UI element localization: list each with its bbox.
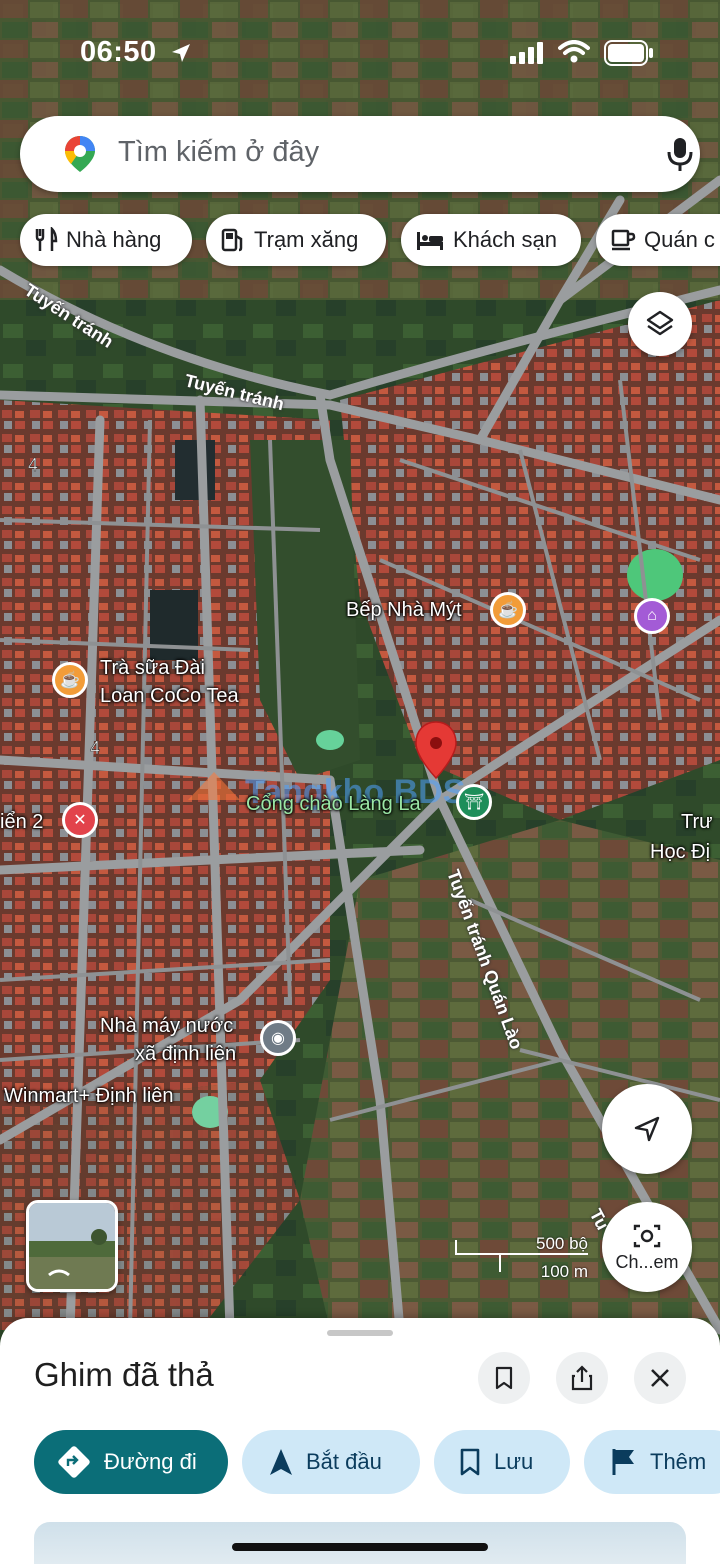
poi-label[interactable]: iển 2 [0,808,43,836]
poi-label[interactable]: Trư [681,808,713,836]
shopping-bag-poi-icon[interactable]: ⌂ [634,598,670,634]
chip-restaurants[interactable]: Nhà hàng [20,214,192,266]
layers-icon [646,310,674,336]
category-chips: Nhà hàng Trạm xăng Khách sạn Quán c [20,214,720,266]
close-icon [651,1369,669,1387]
search-bar[interactable]: Tìm kiếm ở đây [20,116,700,192]
sheet-drag-handle[interactable] [327,1330,393,1336]
street-view-image [29,1203,115,1289]
more-button[interactable]: Thêm [584,1430,720,1494]
chip-hotels[interactable]: Khách sạn [401,214,581,266]
layers-button[interactable] [628,292,692,356]
wifi-icon [558,40,590,63]
poi-label[interactable]: Winmart+ Định liên [4,1082,174,1110]
status-bar: 06:50 [0,0,720,100]
more-label: Thêm [650,1449,707,1474]
navigation-arrow-icon [634,1116,660,1142]
place-bottom-sheet[interactable]: Ghim đã thả Đường đi Bắt đầu Lưu Thêm [0,1318,720,1564]
water-plant-poi-icon[interactable]: ◉ [260,1020,296,1056]
save-bookmark-button[interactable] [478,1352,530,1404]
sheet-title: Ghim đã thả [34,1356,214,1393]
cellular-signal-icon [510,42,543,64]
navigation-arrow-icon [270,1449,292,1475]
gas-pump-icon [221,228,243,252]
chip-gas-stations[interactable]: Trạm xăng [206,214,386,266]
close-button[interactable] [634,1352,686,1404]
camera-search-icon [633,1224,661,1247]
poi-label[interactable]: Trà sữa Đài [100,654,205,682]
poi-label[interactable]: Loan CoCo Tea [100,682,239,710]
save-button[interactable]: Lưu [434,1430,570,1494]
poi-label[interactable]: Học Đị [650,838,710,866]
poi-label[interactable]: Bếp Nhà Mýt [346,596,462,624]
map-scale: 500 bộ 100 m [454,1232,594,1282]
chip-label: Trạm xăng [254,227,359,252]
bookmark-icon [460,1448,480,1476]
road-number-label: 4 [28,455,38,475]
share-button[interactable] [556,1352,608,1404]
coffee-poi-icon[interactable]: ☕ [52,662,88,698]
scale-metric: 100 m [540,1262,588,1281]
bed-icon [417,232,443,250]
lens-button[interactable]: Ch...em [602,1202,692,1292]
poi-label[interactable]: Nhà máy nước [100,1012,233,1040]
landmark-poi-icon[interactable]: ⛩ [456,784,492,820]
directions-label: Đường đi [104,1449,197,1474]
start-button[interactable]: Bắt đầu [242,1430,420,1494]
microphone-icon[interactable] [660,134,700,174]
coffee-poi-icon[interactable]: ☕ [490,592,526,628]
fork-knife-icon [35,227,58,251]
chip-label: Quán c [644,227,715,252]
battery-icon [604,40,653,66]
save-label: Lưu [494,1449,534,1474]
start-label: Bắt đầu [306,1449,382,1474]
chip-coffee[interactable]: Quán c [596,214,720,266]
street-view-thumbnail[interactable] [26,1200,118,1292]
poi-label[interactable]: xã định liên [135,1040,236,1068]
directions-button[interactable]: Đường đi [34,1430,228,1494]
home-indicator[interactable] [232,1543,488,1551]
bookmark-icon [495,1366,513,1390]
coffee-cup-icon [611,229,636,251]
share-icon [571,1365,593,1391]
flag-icon [612,1449,634,1475]
status-time: 06:50 [80,36,157,68]
my-location-button[interactable] [602,1084,692,1174]
scale-imperial: 500 bộ [536,1234,588,1253]
chip-label: Khách sạn [453,227,557,252]
road-number-label: 4 [90,738,100,758]
lens-label: Ch...em [615,1251,679,1272]
search-placeholder[interactable]: Tìm kiếm ở đây [118,136,319,169]
google-maps-pin-icon [65,136,95,172]
poi-label[interactable]: Cổng chào Làng La [246,790,421,818]
directions-icon [58,1446,90,1478]
restaurant-poi-icon[interactable]: ✕ [62,802,98,838]
location-arrow-icon [172,44,190,62]
chip-label: Nhà hàng [66,227,162,252]
